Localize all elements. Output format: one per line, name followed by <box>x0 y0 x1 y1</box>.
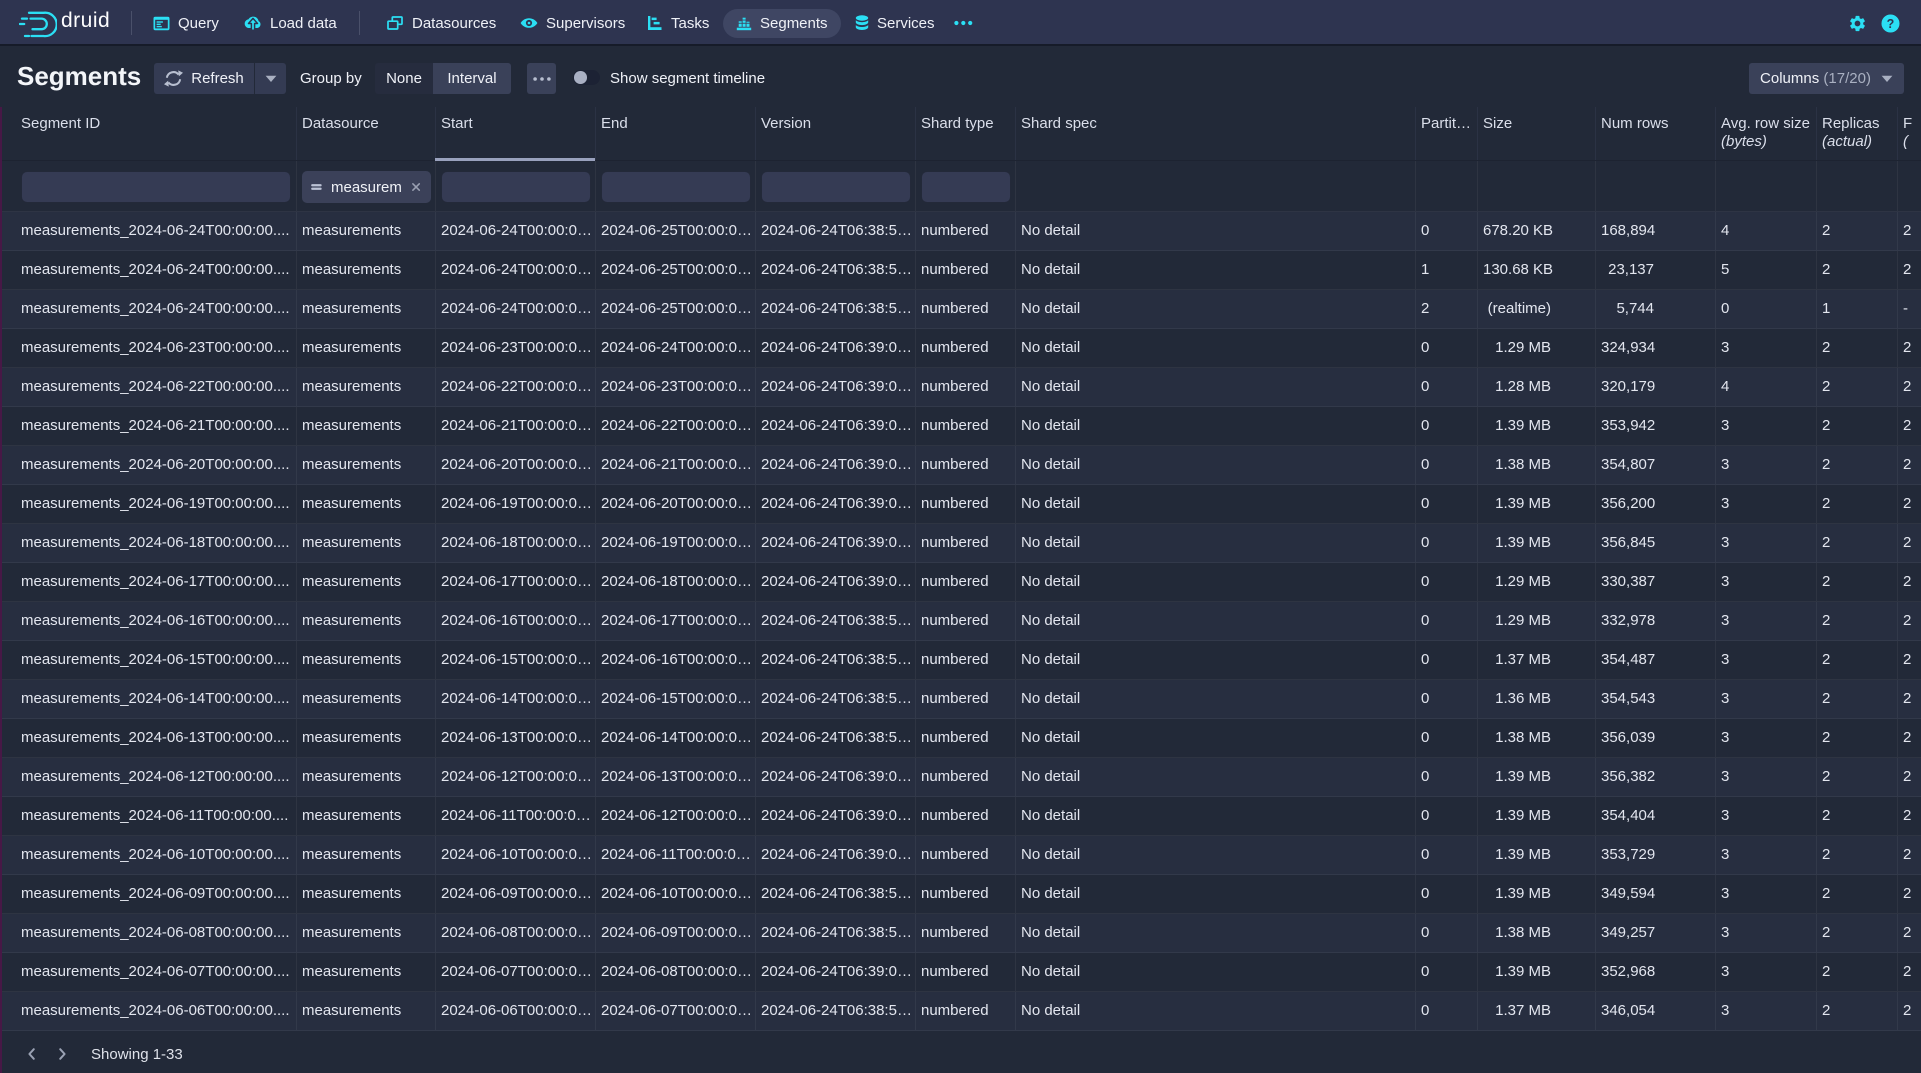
svg-text:?: ? <box>1887 17 1895 31</box>
